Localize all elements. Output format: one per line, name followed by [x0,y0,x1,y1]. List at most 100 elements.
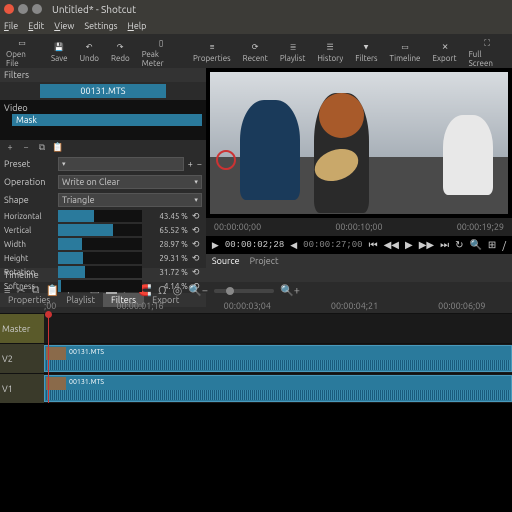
svg-text:▭: ▭ [19,39,26,47]
grid-button[interactable]: ⊞ [488,239,496,251]
volume-button[interactable]: / [502,240,506,251]
svg-text:≣: ≣ [289,43,296,52]
horizontal-value[interactable]: 43.45 % [146,212,188,221]
ruler-tick: ;00 [44,301,56,311]
shape-select[interactable]: Triangle [58,193,202,207]
filters-panel-title: Filters [0,68,206,82]
ruler-tick: 00:00:00;00 [214,222,261,232]
in-point-icon[interactable]: ▶ [212,240,219,251]
filter-paste-button[interactable]: 📋 [52,142,64,153]
tab-project[interactable]: Project [250,256,279,266]
playhead[interactable] [48,313,49,403]
timeline-copy-button[interactable]: ⧉ [32,284,40,297]
window-minimize-button[interactable] [18,4,28,14]
zoom-out-button[interactable]: 🔍− [188,284,208,297]
toolbar-history-button[interactable]: ☰History [317,39,343,63]
filters-panel: Filters 00131.MTS Video Mask + − ⧉ 📋 Pre… [0,68,206,268]
window-maximize-button[interactable] [32,4,42,14]
zoom-button[interactable]: 🔍 [469,239,481,251]
rotation-reset-button[interactable]: ⟲ [192,267,202,278]
timeline-menu-button[interactable]: ≡ [4,285,10,297]
height-value[interactable]: 29.31 % [146,254,188,263]
filter-copy-button[interactable]: ⧉ [36,142,48,153]
width-value[interactable]: 28.97 % [146,240,188,249]
shape-label: Shape [4,195,54,205]
preview-ruler[interactable]: 00:00:00;0000:00:10;0000:00:19;29 [206,218,512,236]
softness-slider[interactable] [58,280,142,292]
ripple-icon[interactable]: ◎ [173,284,183,297]
ruler-tick: 00:00:04;21 [331,301,378,311]
vertical-value[interactable]: 65.52 % [146,226,188,235]
filters-list: Video Mask [0,100,206,140]
forward-button[interactable]: ▶▶ [419,239,434,251]
operation-select[interactable]: Write on Clear [58,175,202,189]
menu-file[interactable]: File [4,21,18,31]
menu-view[interactable]: View [54,21,74,31]
track-header-v1[interactable]: V1 [0,374,44,403]
rotation-slider[interactable] [58,266,142,278]
filter-add-button[interactable]: + [4,142,16,153]
width-reset-button[interactable]: ⟲ [192,239,202,250]
toolbar-undo-button[interactable]: ↶Undo [80,39,99,63]
horizontal-slider[interactable] [58,210,142,222]
vertical-reset-button[interactable]: ⟲ [192,225,202,236]
menu-settings[interactable]: Settings [84,21,117,31]
svg-text:☰: ☰ [327,44,334,52]
timeline-clip[interactable]: 00131.MTS [44,345,512,372]
toolbar-fullscreen-button[interactable]: ⛶Full Screen [469,35,506,68]
rotation-value[interactable]: 31.72 % [146,268,188,277]
track-header-v2[interactable]: V2 [0,344,44,373]
horizontal-reset-button[interactable]: ⟲ [192,211,202,222]
preview-panel: 00:00:00;0000:00:10;0000:00:19;29 ▶ 00:0… [206,68,512,268]
vertical-slider[interactable] [58,224,142,236]
filter-item-mask[interactable]: Mask [12,114,202,126]
toolbar-open-file-button[interactable]: ▭Open File [6,35,39,68]
svg-text:⛶: ⛶ [484,38,491,47]
source-project-tabs: Source Project [206,254,512,268]
skip-prev-button[interactable]: ⏮ [369,239,378,251]
toggle-play-button[interactable]: ▶ [405,239,413,251]
preview-viewport[interactable] [210,72,508,214]
zoom-slider[interactable] [214,289,274,293]
toolbar-save-button[interactable]: 💾Save [51,39,68,63]
toolbar-playlist-button[interactable]: ≣Playlist [280,39,306,63]
track-body-v2[interactable]: 00131.MTS [44,344,512,373]
track-body-v1[interactable]: 00131.MTS [44,374,512,403]
svg-text:≡: ≡ [210,44,215,52]
menu-help[interactable]: Help [128,21,147,31]
track-body-master[interactable] [44,314,512,343]
svg-text:▭: ▭ [401,44,408,52]
toolbar-recent-button[interactable]: ⟳Recent [243,39,268,63]
menu-edit[interactable]: Edit [28,21,44,31]
toolbar-properties-button[interactable]: ≡Properties [193,39,231,63]
timecode-current[interactable]: 00:00:02;28 [225,240,284,250]
tab-source[interactable]: Source [212,256,240,266]
toolbar: ▭Open File 💾Save ↶Undo ↷Redo ▯Peak Meter ≡Pro… [0,34,512,68]
preset-add-button[interactable]: + [188,159,193,169]
scrub-icon[interactable]: Ω [158,285,167,297]
filter-remove-button[interactable]: − [20,142,32,153]
toolbar-export-button[interactable]: ✕Export [432,39,456,63]
track-header-master[interactable]: Master [0,314,44,343]
window-close-button[interactable] [4,4,14,14]
filters-clip-name[interactable]: 00131.MTS [40,84,166,98]
skip-next-button[interactable]: ⏭ [440,239,449,251]
rewind-button[interactable]: ◀◀ [384,239,399,251]
timeline-cut-button[interactable]: ✂ [16,284,25,297]
zoom-in-button[interactable]: 🔍+ [280,284,300,297]
height-reset-button[interactable]: ⟲ [192,253,202,264]
menubar: File Edit View Settings Help [0,18,512,34]
width-slider[interactable] [58,238,142,250]
preset-select[interactable] [58,157,184,171]
loop-button[interactable]: ↻ [455,239,463,251]
ruler-tick: 00:00:03;04 [224,301,271,311]
out-point-icon[interactable]: ◀ [290,240,297,251]
toolbar-redo-button[interactable]: ↷Redo [111,39,130,63]
timeline-clip[interactable]: 00131.MTS [44,375,512,402]
preset-remove-button[interactable]: − [197,159,202,169]
height-slider[interactable] [58,252,142,264]
toolbar-timeline-button[interactable]: ▭Timeline [390,39,421,63]
svg-text:↶: ↶ [86,44,93,52]
toolbar-filters-button[interactable]: ▼Filters [355,39,377,63]
toolbar-peak-meter-button[interactable]: ▯Peak Meter [142,35,181,68]
